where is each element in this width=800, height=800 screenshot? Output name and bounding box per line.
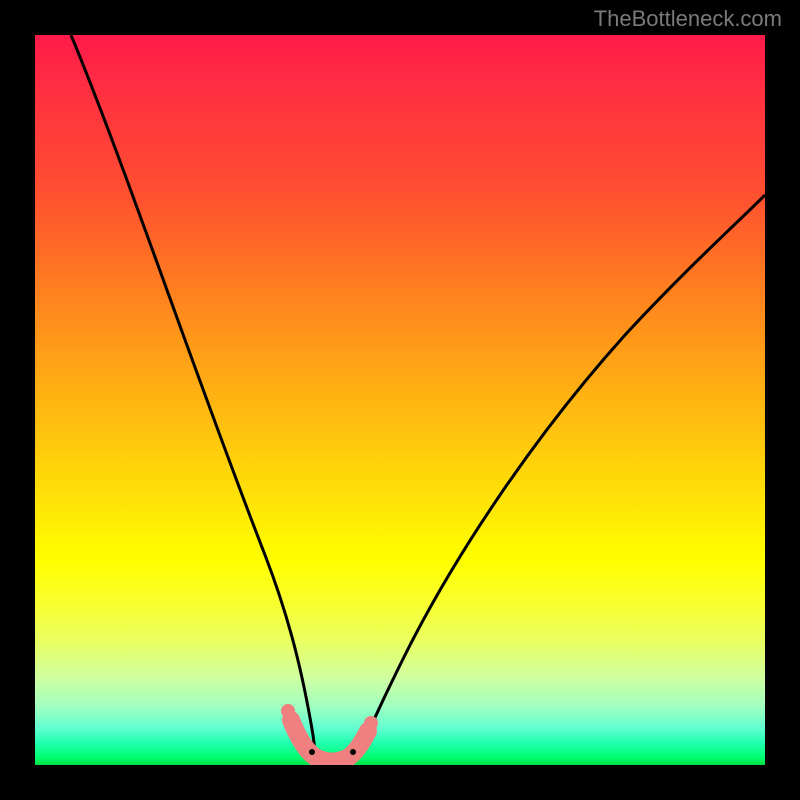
bottom-pink-marker	[291, 720, 368, 762]
pink-dot-left-upper	[281, 704, 295, 718]
chart-svg	[35, 35, 765, 765]
watermark-text: TheBottleneck.com	[594, 6, 782, 32]
black-dot-left	[309, 749, 315, 755]
black-dot-right	[350, 749, 356, 755]
chart-plot-area	[35, 35, 765, 765]
pink-dot-right-upper	[364, 716, 378, 730]
right-curve-line	[357, 195, 765, 757]
left-curve-line	[71, 35, 316, 759]
